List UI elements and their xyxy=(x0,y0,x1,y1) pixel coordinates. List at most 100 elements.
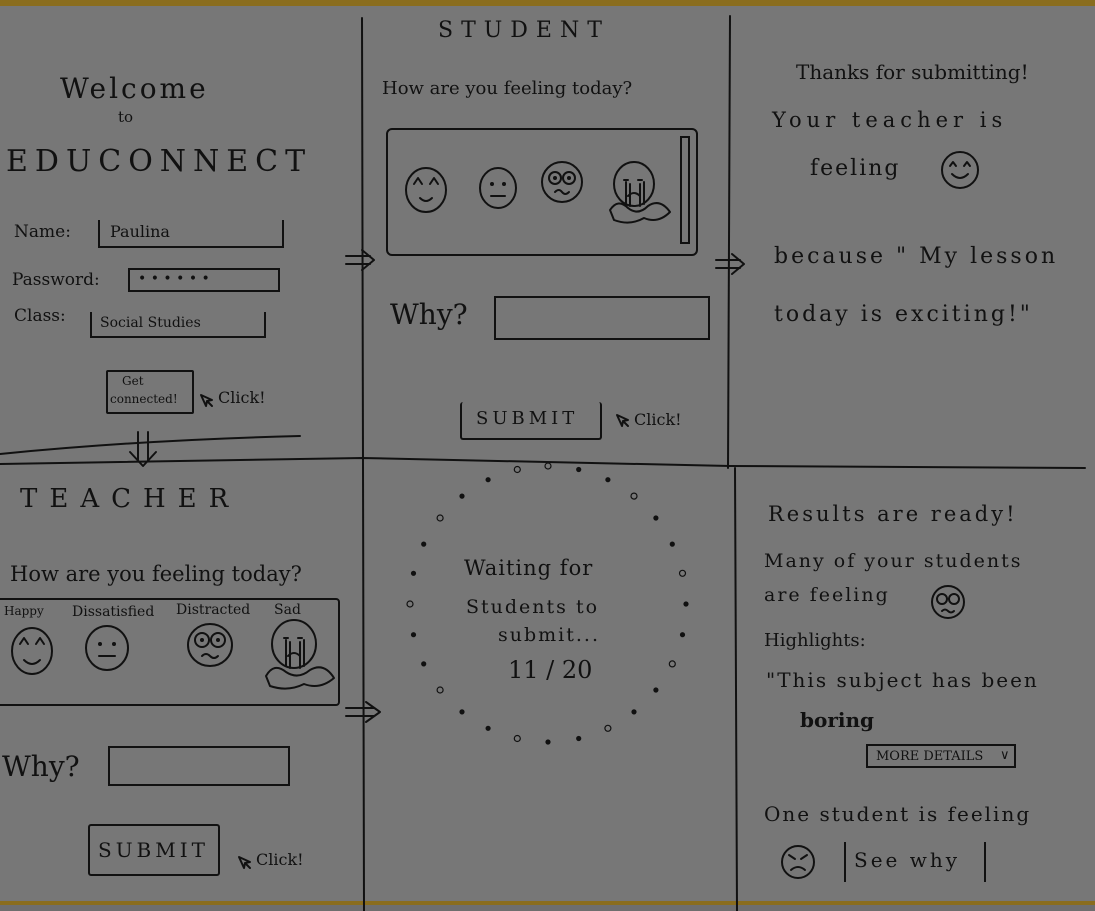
spinner-dot xyxy=(679,632,686,638)
waiting-progress: 11 / 20 xyxy=(508,656,593,684)
mood-label-happy: Happy xyxy=(4,604,44,618)
cursor-icon xyxy=(238,856,251,869)
thanks-line2: Your teacher is xyxy=(772,108,1008,132)
highlights-label: Highlights: xyxy=(764,630,866,651)
teacher-submit-label: SUBMIT xyxy=(98,838,209,862)
spinner-dot xyxy=(630,492,638,500)
spinner-dot xyxy=(545,739,551,745)
teacher-click-hint: Click! xyxy=(256,850,304,869)
class-field[interactable]: Social Studies xyxy=(90,312,266,338)
chevron-down-icon: ∨ xyxy=(1000,748,1010,763)
spinner-dot xyxy=(485,725,491,731)
spinner-dot xyxy=(604,724,612,732)
spinner-dot xyxy=(678,569,687,577)
highlight-quote-line2: boring xyxy=(800,708,874,732)
name-field[interactable]: Paulina xyxy=(98,220,284,248)
spinner-dot xyxy=(513,465,521,474)
spinner-dot xyxy=(669,541,675,547)
dizzy-face-icon xyxy=(931,585,965,619)
crying-face-icon[interactable] xyxy=(604,158,676,228)
arrow-right-icon xyxy=(345,701,381,723)
cursor-icon xyxy=(200,394,213,407)
spinner-dot xyxy=(576,735,582,742)
class-label: Class: xyxy=(14,306,66,326)
highlight-quote-line1: "This subject has been xyxy=(766,668,1039,692)
thanks-reason-line1: because " My lesson xyxy=(774,244,1059,269)
waiting-line3: submit... xyxy=(498,624,600,646)
crying-face-icon[interactable] xyxy=(258,616,338,696)
spinner-dot xyxy=(605,477,611,483)
spinner-dot xyxy=(421,661,427,667)
happy-face-icon[interactable] xyxy=(10,626,54,676)
spinner-dot xyxy=(485,477,491,483)
neutral-face-icon[interactable] xyxy=(478,166,518,210)
student-why-label: Why? xyxy=(390,298,468,331)
student-submit-label: SUBMIT xyxy=(476,408,579,429)
teacher-question: How are you feeling today? xyxy=(10,562,302,586)
results-heading: Results are ready! xyxy=(768,502,1018,526)
waiting-line1: Waiting for xyxy=(464,556,594,580)
student-why-input[interactable] xyxy=(494,296,710,340)
thanks-line1: Thanks for submitting! xyxy=(796,60,1029,84)
teacher-why-label: Why? xyxy=(2,750,80,783)
one-student-text: One student is feeling xyxy=(764,802,1032,826)
get-connected-line1: Get xyxy=(122,374,144,388)
thanks-reason-line2: today is exciting!" xyxy=(774,302,1033,327)
spinner-dot xyxy=(459,493,465,499)
name-field-value: Paulina xyxy=(110,222,170,241)
teacher-title: TEACHER xyxy=(20,484,241,514)
spinner-dot xyxy=(668,660,676,668)
welcome-heading: Welcome xyxy=(60,72,209,105)
spinner-dot xyxy=(653,687,659,693)
password-field[interactable]: • • • • • • xyxy=(128,268,280,292)
password-field-value: • • • • • • xyxy=(138,271,210,287)
get-connected-button[interactable]: Get connected! xyxy=(106,370,194,414)
spinner-dot xyxy=(436,514,444,522)
spinner-dot xyxy=(459,709,465,715)
dizzy-face-icon[interactable] xyxy=(540,160,584,204)
spinner-dot xyxy=(683,601,689,607)
happy-face-icon[interactable] xyxy=(404,166,448,214)
arrow-down-icon xyxy=(129,431,157,467)
student-question: How are you feeling today? xyxy=(382,78,633,99)
results-line2: Many of your students xyxy=(764,550,1023,572)
login-click-hint: Click! xyxy=(218,388,266,407)
mood-label-distracted: Distracted xyxy=(176,602,251,618)
mood-label-dissatisfied: Dissatisfied xyxy=(72,604,155,620)
password-label: Password: xyxy=(12,270,100,290)
spinner-dot xyxy=(410,570,417,576)
class-field-value: Social Studies xyxy=(100,315,201,331)
happy-face-icon xyxy=(941,151,979,189)
thanks-line3: feeling xyxy=(810,156,901,181)
see-why-button[interactable]: See why xyxy=(844,842,986,882)
get-connected-line2: connected! xyxy=(110,392,178,406)
welcome-to: to xyxy=(118,108,134,126)
spinner-dot xyxy=(544,462,552,470)
waiting-line2: Students to xyxy=(466,596,600,618)
spinner-dot xyxy=(513,734,521,743)
student-title: STUDENT xyxy=(438,18,610,43)
student-submit-button[interactable]: SUBMIT xyxy=(460,402,602,440)
more-details-label: MORE DETAILS xyxy=(876,749,984,764)
storyboard-sheet: Welcome to EDUCONNECT Name: Paulina Pass… xyxy=(0,0,1095,911)
spinner-dot xyxy=(653,515,659,521)
spinner-dot xyxy=(436,686,444,694)
angry-face-icon xyxy=(781,845,815,879)
name-label: Name: xyxy=(14,222,71,242)
teacher-submit-button[interactable]: SUBMIT xyxy=(88,824,220,876)
student-click-hint: Click! xyxy=(634,410,682,429)
results-line3: are feeling xyxy=(764,584,890,606)
teacher-why-input[interactable] xyxy=(108,746,290,786)
cursor-icon xyxy=(616,414,629,427)
spinner-dot xyxy=(410,632,417,638)
more-details-button[interactable]: MORE DETAILS ∨ xyxy=(866,744,1016,768)
spinner-dot xyxy=(576,466,582,473)
dizzy-face-icon[interactable] xyxy=(186,622,234,668)
neutral-face-icon[interactable] xyxy=(84,624,130,672)
spinner-dot xyxy=(631,709,637,715)
arrow-right-icon xyxy=(345,249,375,271)
mood-scrollbar[interactable] xyxy=(680,136,690,244)
spinner-dot xyxy=(406,600,414,608)
spinner-dot xyxy=(421,541,427,547)
arrow-right-icon xyxy=(715,253,745,275)
